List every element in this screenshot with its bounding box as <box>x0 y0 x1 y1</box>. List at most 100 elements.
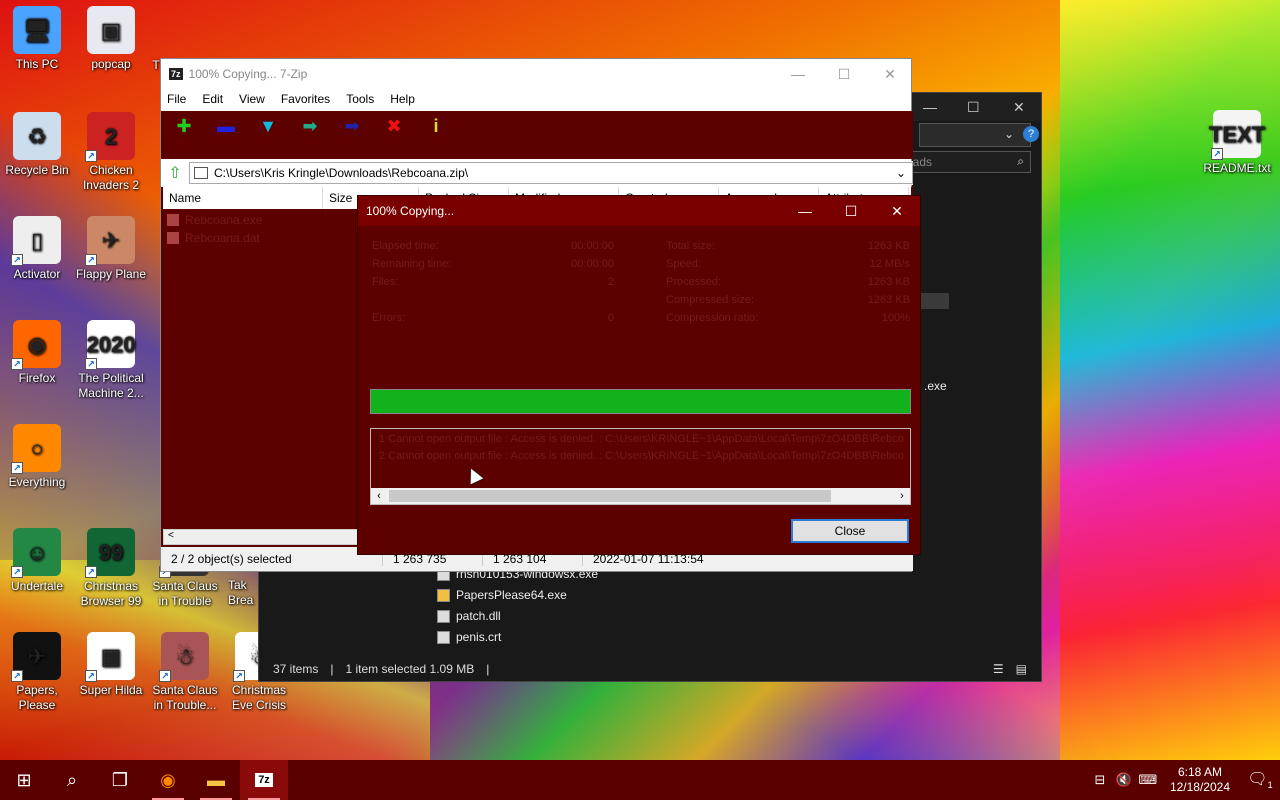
chevron-down-icon[interactable]: ⌄ <box>1004 127 1014 141</box>
details-view-icon[interactable]: ☰ <box>993 662 1004 676</box>
scroll-right-icon[interactable]: › <box>894 488 910 504</box>
app-icon: ✈ ↗ <box>11 632 61 682</box>
desktop-icon-label: Undertale <box>10 579 64 593</box>
desktop-icon[interactable]: 2020 ↗ The Political Machine 2... <box>74 320 148 401</box>
ribbon-toggle[interactable]: ⌄ <box>919 123 1031 147</box>
maximize-icon[interactable]: ☐ <box>967 99 980 116</box>
desktop-icon[interactable]: ☃ ↗ Santa Claus in Trouble... <box>148 632 222 713</box>
desktop-icon[interactable]: 2 ↗ Chicken Invaders 2 <box>74 112 148 193</box>
file-row[interactable]: patch.dll <box>437 609 501 623</box>
shortcut-arrow-icon: ↗ <box>1211 148 1223 160</box>
app-icon: 2020 ↗ <box>85 320 135 370</box>
task-view-icon[interactable]: ❐ <box>96 760 144 800</box>
extract-button[interactable]: ▬ Extract <box>209 111 243 159</box>
firefox-taskbar-icon[interactable]: ◉ <box>144 760 192 800</box>
desktop-icon[interactable]: 99 ↗ Christmas Browser 99 <box>74 528 148 609</box>
close-icon[interactable]: ✕ <box>874 196 920 226</box>
list-item[interactable]: Rebcoana.exe <box>167 213 262 227</box>
shortcut-arrow-icon: ↗ <box>11 462 23 474</box>
desktop-icon-label: README.txt <box>1203 161 1271 175</box>
stat-value: 00:00:00 <box>571 240 614 252</box>
info-button[interactable]: i Info <box>419 111 453 159</box>
search-input[interactable]: nads ⌕ <box>899 151 1031 173</box>
up-folder-icon[interactable]: ⇧ <box>161 163 189 183</box>
certificate-icon <box>437 630 450 644</box>
scrollbar-thumb[interactable] <box>389 490 831 502</box>
menu-item-favorites[interactable]: Favorites <box>281 92 330 106</box>
move-button[interactable]: ➡ Move <box>335 111 369 159</box>
desktop-icon[interactable]: ▦ ↗ Super Hilda <box>74 632 148 698</box>
item-count: 37 items <box>273 662 319 676</box>
shortcut-arrow-icon: ↗ <box>85 566 97 578</box>
menu-item-edit[interactable]: Edit <box>202 92 223 106</box>
path-input[interactable]: C:\Users\Kris Kringle\Downloads\Rebcoana… <box>189 162 913 184</box>
test-button[interactable]: ▼ Test <box>251 111 285 159</box>
keyboard-icon[interactable]: ⌨ <box>1136 772 1160 788</box>
close-icon[interactable]: ✕ <box>867 59 913 89</box>
desktop-icon[interactable]: ☺ ↗ Undertale <box>0 528 74 594</box>
desktop-icon[interactable]: ✈ ↗ Flappy Plane <box>74 216 148 282</box>
close-button[interactable]: Close <box>791 519 909 543</box>
help-icon[interactable]: ? <box>1023 126 1039 142</box>
list-item[interactable]: Rebcoana.dat <box>167 231 260 245</box>
explorer-statusbar: 37 items | 1 item selected 1.09 MB | ☰ ▤ <box>259 657 1041 681</box>
desktop-icon[interactable]: 🖥 This PC <box>0 6 74 72</box>
notification-icon[interactable]: 🗨1 <box>1240 769 1280 790</box>
desktop-icon-label: The Political Machine 2... <box>78 371 144 400</box>
column-name[interactable]: Name <box>163 187 323 209</box>
desktop-icon[interactable]: ▣ popcap <box>74 6 148 72</box>
menu-item-help[interactable]: Help <box>390 92 415 106</box>
start-button[interactable]: ⊞ <box>0 760 48 800</box>
volume-muted-icon[interactable]: 🔇 <box>1112 772 1136 788</box>
stat-value: 1263 KB <box>867 294 910 306</box>
horizontal-scrollbar[interactable]: ‹ › <box>371 488 910 504</box>
maximize-icon[interactable]: ☐ <box>828 196 874 226</box>
maximize-icon[interactable]: ☐ <box>821 59 867 89</box>
minimize-icon[interactable]: — <box>923 99 937 115</box>
system-tray: ⊟ 🔇 ⌨ 6:18 AM 12/18/2024 🗨1 <box>1088 760 1280 800</box>
copy-dialog[interactable]: 100% Copying... — ☐ ✕ Elapsed time: 00:00… <box>357 195 921 555</box>
desktop-icon-label: Christmas Browser 99 <box>80 579 142 608</box>
scroll-left-icon[interactable]: ‹ <box>371 488 387 504</box>
minimize-icon[interactable]: — <box>775 59 821 89</box>
clock[interactable]: 6:18 AM 12/18/2024 <box>1160 765 1240 795</box>
delete-button[interactable]: ✖ Delete <box>377 111 411 159</box>
file-row[interactable]: penis.crt <box>437 630 501 644</box>
7zip-taskbar-icon[interactable]: 7z <box>240 760 288 800</box>
copy-icon: ➡ <box>302 116 318 136</box>
desktop-icon[interactable]: ▯ ↗ Activator <box>0 216 74 282</box>
stat-label: Remaining time: <box>372 258 452 270</box>
desktop-icon[interactable]: ✈ ↗ Papers, Please <box>0 632 74 713</box>
shortcut-arrow-icon: ↗ <box>85 670 97 682</box>
chevron-down-icon[interactable]: ⌄ <box>896 166 906 180</box>
app-icon: ☺ ↗ <box>11 528 61 578</box>
file-row[interactable]: PapersPlease64.exe <box>437 588 567 602</box>
tiles-view-icon[interactable]: ▤ <box>1016 662 1027 676</box>
desktop-icon[interactable]: ♻ Recycle Bin <box>0 112 74 178</box>
search-icon[interactable]: ⌕ <box>48 760 96 800</box>
desktop-icon[interactable]: ◉ ↗ Firefox <box>0 320 74 386</box>
minimize-icon[interactable]: — <box>782 196 828 226</box>
network-icon[interactable]: ⊟ <box>1088 772 1112 788</box>
clock-time: 6:18 AM <box>1177 765 1222 779</box>
copy-button[interactable]: ➡ Copy <box>293 111 327 159</box>
horizontal-scrollbar[interactable]: < <box>163 529 359 545</box>
stat-value: 2 <box>607 276 614 288</box>
stat-label: Elapsed time: <box>372 240 439 252</box>
toolbar: ✚ Add ▬ Extract ▼ Test ➡ Copy ➡ Move ✖ Delete i Info <box>161 111 913 159</box>
add-button[interactable]: ✚ Add <box>167 111 201 159</box>
progress-fill <box>371 390 910 413</box>
menu-item-view[interactable]: View <box>239 92 265 106</box>
menu-item-tools[interactable]: Tools <box>346 92 374 106</box>
shortcut-arrow-icon: ↗ <box>85 358 97 370</box>
desktop-icon-label: Santa Claus in Trouble... <box>152 683 218 712</box>
menu-item-file[interactable]: File <box>167 92 186 106</box>
toolbar-label: Copy <box>298 137 322 148</box>
desktop-icon[interactable]: ○ ↗ Everything <box>0 424 74 490</box>
file-explorer-taskbar-icon[interactable]: ▬ <box>192 760 240 800</box>
scroll-left-icon[interactable]: < <box>168 530 174 541</box>
desktop-icon[interactable]: TEXT ↗ README.txt <box>1200 110 1274 176</box>
close-icon[interactable]: ✕ <box>1013 99 1025 116</box>
log-line: 2 Cannot open output file : Access is de… <box>379 450 904 462</box>
error-log[interactable]: 1 Cannot open output file : Access is de… <box>370 428 911 505</box>
